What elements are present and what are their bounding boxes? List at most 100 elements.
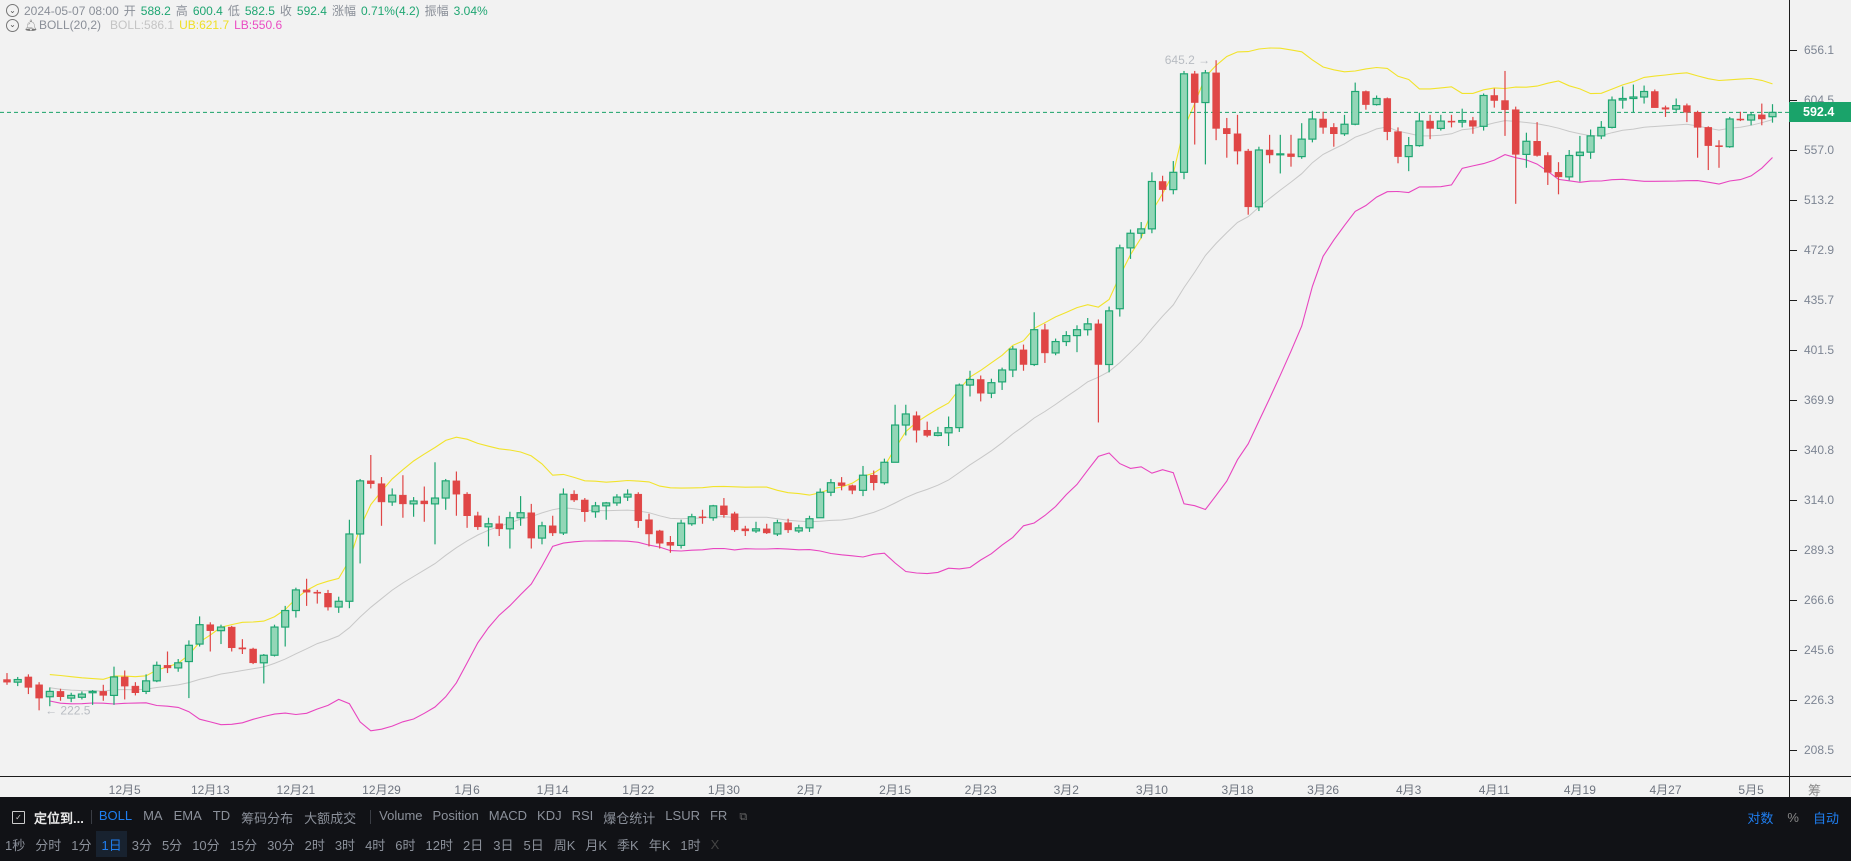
bell-icon[interactable]: 🔔︎ [24,19,38,32]
period-15[interactable]: 3日 [488,831,518,857]
period-16[interactable]: 5日 [518,831,548,857]
period-3[interactable]: 1日 [96,831,127,857]
edit-indicators-icon[interactable]: ⧉ [739,811,747,824]
candle-down [1223,128,1231,135]
sub-indicator-7[interactable]: FR [710,808,727,827]
candle-down [581,499,589,513]
candle-down [1758,114,1766,120]
period-19[interactable]: 季K [612,831,644,857]
period-11[interactable]: 4时 [360,831,390,857]
y-tick-label: 513.2 [1804,192,1835,207]
y-tick [1790,349,1797,351]
candle-down [163,665,172,669]
candle-up [1062,334,1071,343]
indicator-3[interactable]: TD [213,808,230,827]
candle-down [1244,150,1252,208]
candle-down [463,493,471,516]
candle-up [1522,140,1531,155]
candle-down [1683,105,1691,113]
candle-up [1746,114,1756,121]
candle-up [1436,120,1445,130]
collapse-chevron-icon[interactable]: ⌄ [6,4,19,17]
calendar-icon[interactable]: ✓ [12,810,25,824]
candle-up [880,461,889,484]
percent-scale-toggle[interactable]: % [1787,810,1799,825]
x-tick-label: 1月30 [707,783,740,797]
candle-up [965,378,975,386]
period-21[interactable]: 1时 [675,831,705,857]
candle-up [676,522,686,546]
sub-indicator-5[interactable]: 爆仓统计 [603,808,655,827]
locate-button[interactable]: 定位到... [34,808,84,827]
period-2[interactable]: 1分 [66,831,96,857]
period-4[interactable]: 3分 [127,831,157,857]
candle-up [77,693,87,698]
candle-down [1704,127,1713,146]
period-6[interactable]: 10分 [187,831,224,857]
candle-down [912,415,921,431]
candle-down [1426,120,1434,129]
y-tick [1790,750,1797,751]
indicator-0[interactable]: BOLL [99,808,132,827]
candle-down [120,676,129,687]
candle-down [35,684,43,699]
log-scale-toggle[interactable]: 对数 [1747,808,1773,827]
indicator-1[interactable]: MA [143,808,163,827]
candle-down [762,528,771,534]
x-tick-label: 4月19 [1563,783,1596,797]
candle-up [1672,104,1681,110]
sub-indicator-6[interactable]: LSUR [665,808,700,827]
sub-indicator-1[interactable]: Position [433,808,479,827]
indicator-5[interactable]: 大额成交 [304,808,356,827]
period-bar: 1秒 分时 1分 1日 3分 5分 10分 15分 30分 2时 3时 4时 6时 12时 2日 3日 5日 周K… [0,831,724,857]
y-tick [1790,50,1797,51]
period-14[interactable]: 2日 [458,831,488,857]
period-1[interactable]: 分时 [30,831,66,857]
close-periods-button[interactable]: X [706,831,725,857]
sub-indicator-0[interactable]: Volume [379,808,422,827]
period-17[interactable]: 周K [549,831,581,857]
candle-up [1639,90,1649,98]
period-7[interactable]: 15分 [225,831,262,857]
candle-up [1115,247,1124,310]
candle-up [805,518,814,529]
auto-scale-toggle[interactable]: 自动 [1813,808,1839,827]
indicator-2[interactable]: EMA [174,808,202,827]
candle-up [1297,138,1306,158]
indicator-name[interactable]: BOLL(20,2) [39,18,101,32]
period-0[interactable]: 1秒 [0,831,30,857]
candle-up [152,664,161,682]
period-18[interactable]: 月K [580,831,612,857]
time-axis[interactable]: 筹 爆 12月512月1312月2112月291月61月141月221月302月… [0,776,1851,817]
candle-up [1104,310,1114,366]
period-10[interactable]: 3时 [330,831,360,857]
y-tick [1790,100,1797,102]
period-9[interactable]: 2时 [300,831,330,857]
candle-down [570,493,578,501]
period-8[interactable]: 30分 [262,831,299,857]
candle-down [206,624,215,631]
candle-up [1597,126,1606,137]
candle-down [302,589,311,593]
sub-indicator-2[interactable]: MACD [489,808,527,827]
y-tick-label: 656.1 [1804,43,1835,57]
candle-down [99,691,108,696]
collapse-chevron-icon[interactable]: ⌄ [6,18,19,32]
sub-indicator-3[interactable]: KDJ [537,808,562,827]
candlestick-chart[interactable]: 645.2 → ← 222.5 [0,0,1789,776]
y-tick-label: 266.6 [1804,592,1835,607]
period-13[interactable]: 12时 [421,831,458,857]
x-tick-label: 2月7 [796,783,823,797]
candle-up [142,680,151,693]
period-12[interactable]: 6时 [390,831,420,857]
candle-down [1094,323,1103,365]
period-5[interactable]: 5分 [157,831,187,857]
candle-down [249,648,257,664]
candle-down [634,493,643,521]
candle-up [409,500,418,505]
sub-indicator-4[interactable]: RSI [572,808,594,827]
period-20[interactable]: 年K [644,831,676,857]
candle-up [997,369,1007,383]
candle-up [1169,171,1178,191]
indicator-4[interactable]: 筹码分布 [241,808,293,827]
